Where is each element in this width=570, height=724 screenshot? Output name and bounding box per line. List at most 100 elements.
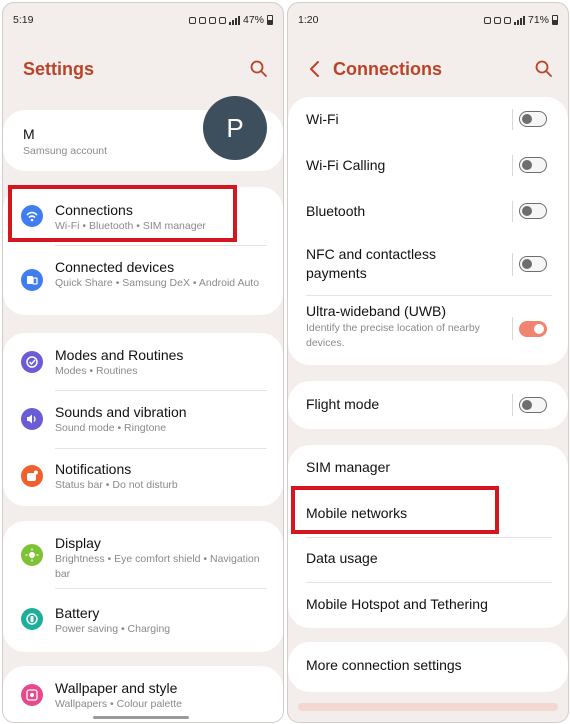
- display-card: Display Brightness • Eye comfort shield …: [3, 521, 283, 652]
- item-sub: Status bar • Do not disturb: [55, 479, 178, 491]
- connected-devices-icon: [21, 269, 43, 291]
- settings-item-notifications[interactable]: Notifications Status bar • Do not distur…: [3, 449, 283, 506]
- row-sub: Identify the precise location of nearby …: [306, 322, 480, 349]
- wifi-status-icon: [218, 16, 226, 24]
- display-icon: [21, 544, 43, 566]
- status-bar: 1:20 71%: [288, 14, 568, 30]
- separator: [512, 253, 513, 276]
- page-title: Settings: [23, 59, 95, 79]
- item-label: Display: [55, 535, 101, 551]
- status-bar: 5:19 47%: [3, 14, 283, 30]
- highlight-box: [291, 486, 499, 534]
- modes-card: Modes and Routines Modes • Routines Soun…: [3, 333, 283, 506]
- toggles-card: Wi-Fi Wi-Fi Calling Bluetooth NFC and co…: [288, 97, 568, 365]
- settings-item-wallpaper[interactable]: Wallpaper and style Wallpapers • Colour …: [3, 666, 283, 722]
- back-arrow-icon[interactable]: [308, 59, 322, 79]
- account-subtitle: Samsung account: [23, 145, 108, 157]
- mute-icon: [208, 16, 216, 24]
- account-name: M: [23, 126, 35, 142]
- row-label: Mobile Hotspot and Tethering: [306, 596, 488, 612]
- status-icons: 47%: [188, 14, 273, 26]
- battery-status-icon: [552, 15, 558, 25]
- separator: [512, 317, 513, 340]
- uwb-toggle[interactable]: [519, 321, 547, 337]
- battery-percent: 47%: [242, 14, 264, 26]
- alarm-icon: [188, 16, 196, 24]
- toggle-row-wifi[interactable]: Wi-Fi: [288, 97, 568, 143]
- toggle-row-wifi-calling[interactable]: Wi-Fi Calling: [288, 143, 568, 189]
- separator: [512, 394, 513, 416]
- row-label: Wi-Fi Calling: [306, 157, 386, 173]
- separator: [512, 109, 513, 130]
- settings-item-modes[interactable]: Modes and Routines Modes • Routines: [3, 333, 283, 390]
- suggestion-bar: [298, 703, 558, 711]
- item-label: Wallpaper and style: [55, 680, 178, 696]
- status-time: 5:19: [13, 14, 34, 26]
- search-icon[interactable]: [249, 59, 269, 79]
- settings-screen: 5:19 47% Settings M Samsung account P Co…: [2, 2, 284, 723]
- flight-mode-toggle[interactable]: [519, 397, 547, 413]
- modes-icon: [21, 351, 43, 373]
- settings-item-sounds[interactable]: Sounds and vibration Sound mode • Ringto…: [3, 391, 283, 448]
- bluetooth-toggle[interactable]: [519, 203, 547, 219]
- search-icon[interactable]: [534, 59, 554, 79]
- link-mobile-hotspot[interactable]: Mobile Hotspot and Tethering: [288, 583, 568, 628]
- wallpaper-icon: [21, 684, 43, 706]
- link-sim-manager[interactable]: SIM manager: [288, 445, 568, 491]
- highlight-box: [8, 185, 237, 242]
- row-label: Wi-Fi: [306, 111, 339, 127]
- item-label: Battery: [55, 605, 100, 621]
- battery-percent: 71%: [527, 14, 549, 26]
- toggle-row-flight-mode[interactable]: Flight mode: [288, 381, 568, 429]
- item-sub: Wallpapers • Colour palette: [55, 698, 183, 710]
- page-title: Connections: [333, 59, 443, 79]
- separator: [512, 155, 513, 176]
- row-label: Bluetooth: [306, 203, 366, 219]
- home-indicator[interactable]: [93, 716, 189, 719]
- separator: [512, 201, 513, 222]
- item-label: Connected devices: [55, 259, 175, 275]
- signal-icon: [228, 15, 240, 25]
- item-sub: Sound mode • Ringtone: [55, 422, 167, 434]
- settings-item-battery[interactable]: Battery Power saving • Charging: [3, 589, 283, 652]
- settings-item-display[interactable]: Display Brightness • Eye comfort shield …: [3, 521, 283, 588]
- battery-icon: [21, 608, 43, 630]
- bluetooth-status-icon: [198, 16, 206, 24]
- toggle-row-bluetooth[interactable]: Bluetooth: [288, 189, 568, 235]
- item-label: Notifications: [55, 461, 132, 477]
- status-time: 1:20: [298, 14, 319, 26]
- wifi-calling-toggle[interactable]: [519, 157, 547, 173]
- more-settings-card: More connection settings: [288, 642, 568, 692]
- settings-item-connected-devices[interactable]: Connected devices Quick Share • Samsung …: [3, 246, 283, 315]
- item-label: Modes and Routines: [55, 347, 184, 363]
- avatar[interactable]: P: [203, 96, 267, 160]
- item-sub: Quick Share • Samsung DeX • Android Auto: [55, 277, 260, 289]
- battery-status-icon: [267, 15, 273, 25]
- item-sub: Brightness • Eye comfort shield • Naviga…: [55, 553, 260, 580]
- row-label: Ultra-wideband (UWB): [306, 303, 447, 319]
- nfc-toggle[interactable]: [519, 256, 547, 272]
- link-more-connection-settings[interactable]: More connection settings: [288, 642, 568, 692]
- connections-screen: 1:20 71% Connections Wi-Fi Wi-Fi Calling…: [287, 2, 569, 723]
- status-icons: 71%: [483, 14, 558, 26]
- item-sub: Modes • Routines: [55, 365, 138, 377]
- network-links-card: SIM manager Mobile networks Data usage M…: [288, 445, 568, 628]
- toggle-row-uwb[interactable]: Ultra-wideband (UWB) Identify the precis…: [288, 296, 568, 365]
- flight-mode-card: Flight mode: [288, 381, 568, 429]
- row-label: Data usage: [306, 550, 378, 566]
- wifi-toggle[interactable]: [519, 111, 547, 127]
- notifications-icon: [21, 465, 43, 487]
- link-data-usage[interactable]: Data usage: [288, 537, 568, 583]
- item-sub: Power saving • Charging: [55, 623, 171, 635]
- mute-icon: [493, 16, 501, 24]
- toggle-row-nfc[interactable]: NFC and contactless payments: [288, 235, 568, 295]
- item-label: Sounds and vibration: [55, 404, 187, 420]
- sound-icon: [21, 408, 43, 430]
- row-label: More connection settings: [306, 657, 462, 673]
- row-label: NFC and contactless payments: [306, 246, 436, 281]
- alarm-icon: [483, 16, 491, 24]
- signal-icon: [513, 15, 525, 25]
- row-label: Flight mode: [306, 396, 380, 412]
- wallpaper-card: Wallpaper and style Wallpapers • Colour …: [3, 666, 283, 722]
- row-label: SIM manager: [306, 459, 391, 475]
